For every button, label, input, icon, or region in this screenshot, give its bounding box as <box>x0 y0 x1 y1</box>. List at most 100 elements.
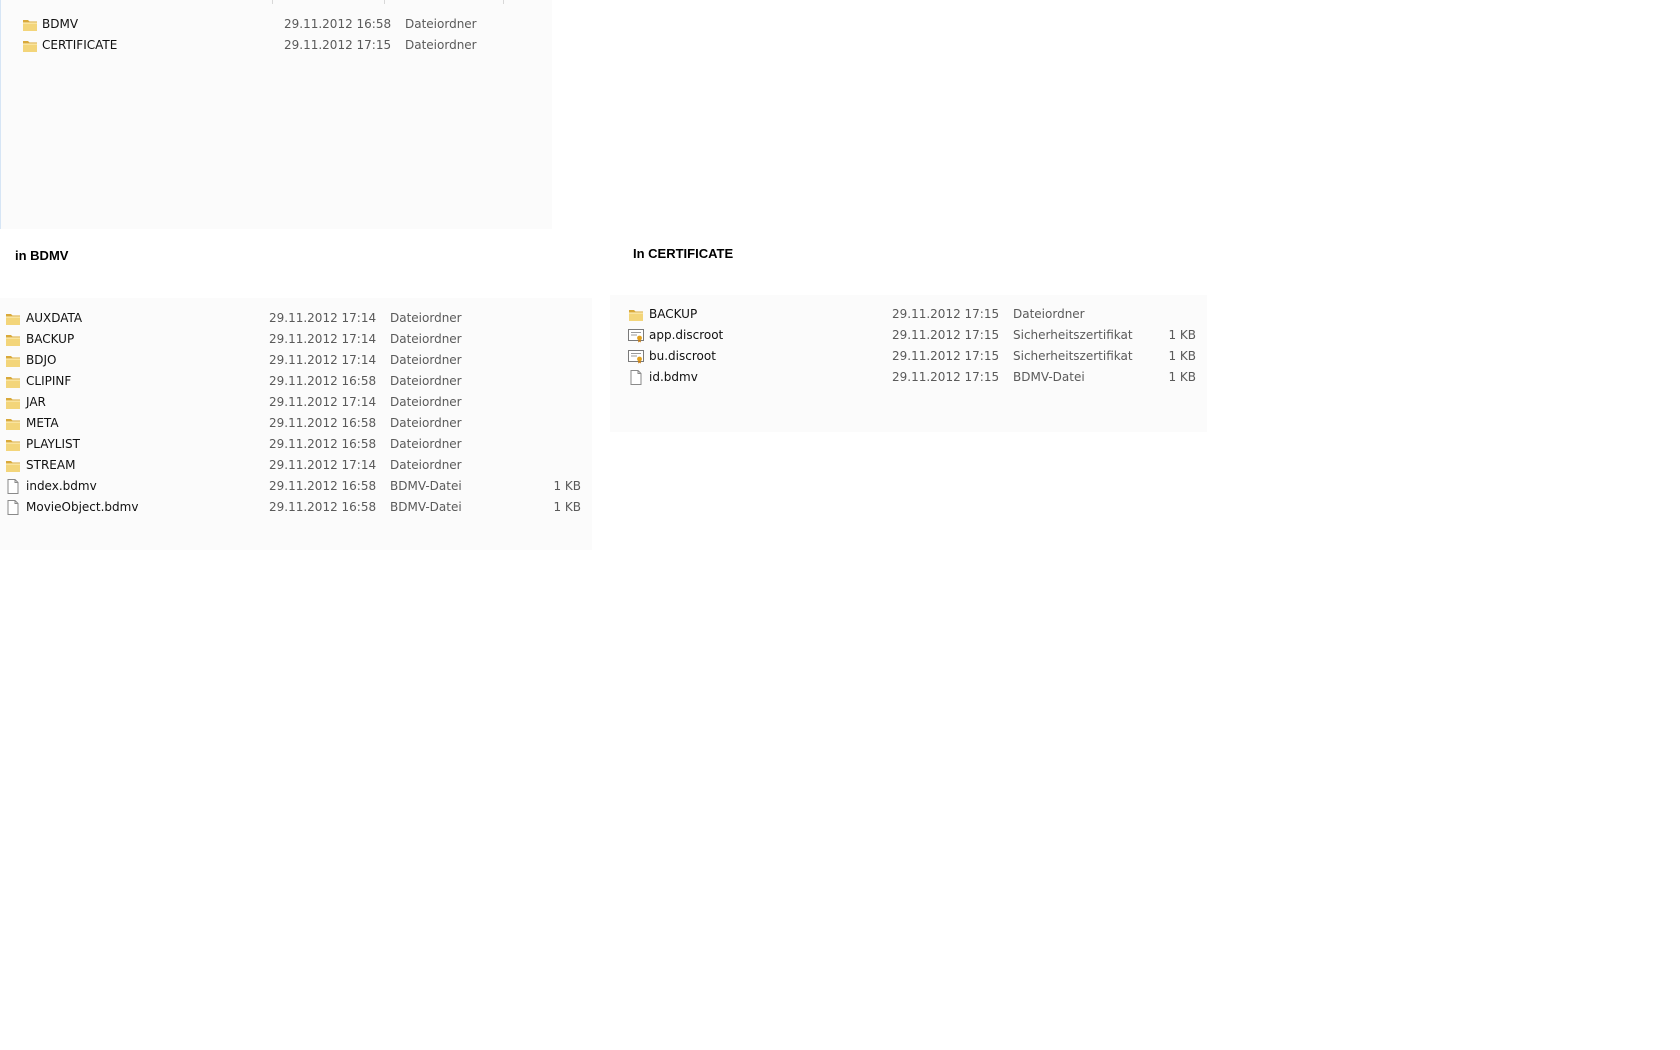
file-type: Sicherheitszertifikat <box>1013 349 1133 363</box>
list-item[interactable]: BACKUP 29.11.2012 17:15 Dateiordner <box>610 304 1207 325</box>
file-name: index.bdmv <box>26 479 97 493</box>
file-size <box>520 434 581 455</box>
file-name: bu.discroot <box>649 349 716 363</box>
modified-date: 29.11.2012 17:14 <box>269 353 377 367</box>
folder-icon <box>5 311 21 326</box>
folder-icon <box>5 332 21 347</box>
list-item[interactable]: CERTIFICATE 29.11.2012 17:15 Dateiordner <box>1 35 552 56</box>
list-item[interactable]: JAR 29.11.2012 17:14 Dateiordner <box>0 392 592 413</box>
file-size <box>520 455 581 476</box>
section-heading-bdmv: in BDMV <box>15 248 69 263</box>
file-name: CLIPINF <box>26 374 72 388</box>
file-size: 1 KB <box>1168 328 1196 342</box>
file-type: Dateiordner <box>390 374 462 388</box>
file-size: 1 KB <box>1168 370 1196 384</box>
modified-date: 29.11.2012 17:15 <box>892 370 1000 384</box>
file-size <box>520 308 581 329</box>
certificate-icon <box>628 349 644 364</box>
file-size: 1 KB <box>553 479 581 493</box>
file-name: CERTIFICATE <box>42 38 118 52</box>
file-name: BACKUP <box>649 307 698 321</box>
list-item[interactable]: BACKUP 29.11.2012 17:14 Dateiordner <box>0 329 592 350</box>
section-heading-certificate: In CERTIFICATE <box>633 246 734 261</box>
modified-date: 29.11.2012 17:14 <box>269 332 377 346</box>
modified-date: 29.11.2012 16:58 <box>269 479 377 493</box>
file-size <box>1130 304 1196 325</box>
list-item[interactable]: app.discroot 29.11.2012 17:15 Sicherheitsz… <box>610 325 1207 346</box>
bdmv-folder-panel: AUXDATA 29.11.2012 17:14 Dateiordner BACKUP… <box>0 298 592 550</box>
modified-date: 29.11.2012 17:14 <box>269 395 377 409</box>
folder-icon <box>5 437 21 452</box>
file-name: META <box>26 416 59 430</box>
folder-icon <box>5 458 21 473</box>
file-type: Dateiordner <box>390 437 462 451</box>
file-size <box>520 329 581 350</box>
file-size <box>461 14 521 35</box>
folder-icon <box>628 307 644 322</box>
folder-icon <box>5 374 21 389</box>
file-type: Dateiordner <box>390 353 462 367</box>
file-name: BDMV <box>42 17 79 31</box>
list-item[interactable]: BDJO 29.11.2012 17:14 Dateiordner <box>0 350 592 371</box>
list-item[interactable]: MovieObject.bdmv 29.11.2012 16:58 BDMV-Dat… <box>0 497 592 518</box>
modified-date: 29.11.2012 17:14 <box>269 311 377 325</box>
file-size <box>520 371 581 392</box>
folder-icon <box>22 17 38 32</box>
list-item[interactable]: META 29.11.2012 16:58 Dateiordner <box>0 413 592 434</box>
file-size: 1 KB <box>1168 349 1196 363</box>
list-item[interactable]: STREAM 29.11.2012 17:14 Dateiordner <box>0 455 592 476</box>
list-item[interactable]: BDMV 29.11.2012 16:58 Dateiordner <box>1 14 552 35</box>
file-type: BDMV-Datei <box>1013 370 1085 384</box>
file-type: BDMV-Datei <box>390 479 462 493</box>
folder-icon <box>22 38 38 53</box>
file-icon <box>628 370 644 385</box>
file-type: Sicherheitszertifikat <box>1013 328 1133 342</box>
modified-date: 29.11.2012 17:15 <box>892 349 1000 363</box>
column-divider[interactable] <box>272 0 273 4</box>
modified-date: 29.11.2012 17:15 <box>892 328 1000 342</box>
file-name: BACKUP <box>26 332 75 346</box>
modified-date: 29.11.2012 16:58 <box>269 437 377 451</box>
list-item[interactable]: bu.discroot 29.11.2012 17:15 Sicherheitsze… <box>610 346 1207 367</box>
file-name: app.discroot <box>649 328 724 342</box>
file-type: BDMV-Datei <box>390 500 462 514</box>
modified-date: 29.11.2012 16:58 <box>269 374 377 388</box>
file-type: Dateiordner <box>390 416 462 430</box>
file-size: 1 KB <box>553 500 581 514</box>
file-type: Dateiordner <box>390 458 462 472</box>
folder-icon <box>5 416 21 431</box>
modified-date: 29.11.2012 16:58 <box>284 17 392 31</box>
file-name: AUXDATA <box>26 311 83 325</box>
file-type: Dateiordner <box>390 332 462 346</box>
file-icon <box>5 479 21 494</box>
file-name: MovieObject.bdmv <box>26 500 139 514</box>
list-item[interactable]: CLIPINF 29.11.2012 16:58 Dateiordner <box>0 371 592 392</box>
list-item[interactable]: id.bdmv 29.11.2012 17:15 BDMV-Datei 1 KB <box>610 367 1207 388</box>
file-name: STREAM <box>26 458 76 472</box>
file-name: JAR <box>26 395 46 409</box>
list-item[interactable]: index.bdmv 29.11.2012 16:58 BDMV-Datei 1 KB <box>0 476 592 497</box>
root-folder-panel: BDMV 29.11.2012 16:58 Dateiordner CERTIFICA… <box>0 0 552 229</box>
list-item[interactable]: PLAYLIST 29.11.2012 16:58 Dateiordner <box>0 434 592 455</box>
file-name: id.bdmv <box>649 370 698 384</box>
folder-icon <box>5 353 21 368</box>
file-type: Dateiordner <box>390 395 462 409</box>
list-item[interactable]: AUXDATA 29.11.2012 17:14 Dateiordner <box>0 308 592 329</box>
file-type: Dateiordner <box>1013 307 1085 321</box>
certificate-folder-panel: BACKUP 29.11.2012 17:15 Dateiordner app.dis… <box>610 295 1207 432</box>
modified-date: 29.11.2012 16:58 <box>269 416 377 430</box>
file-size <box>520 350 581 371</box>
file-name: BDJO <box>26 353 57 367</box>
file-size <box>520 392 581 413</box>
file-size <box>520 413 581 434</box>
column-divider[interactable] <box>503 0 504 4</box>
certificate-icon <box>628 328 644 343</box>
file-icon <box>5 500 21 515</box>
modified-date: 29.11.2012 17:15 <box>892 307 1000 321</box>
file-type: Dateiordner <box>390 311 462 325</box>
folder-icon <box>5 395 21 410</box>
modified-date: 29.11.2012 17:14 <box>269 458 377 472</box>
modified-date: 29.11.2012 16:58 <box>269 500 377 514</box>
file-name: PLAYLIST <box>26 437 80 451</box>
column-divider[interactable] <box>384 0 385 4</box>
